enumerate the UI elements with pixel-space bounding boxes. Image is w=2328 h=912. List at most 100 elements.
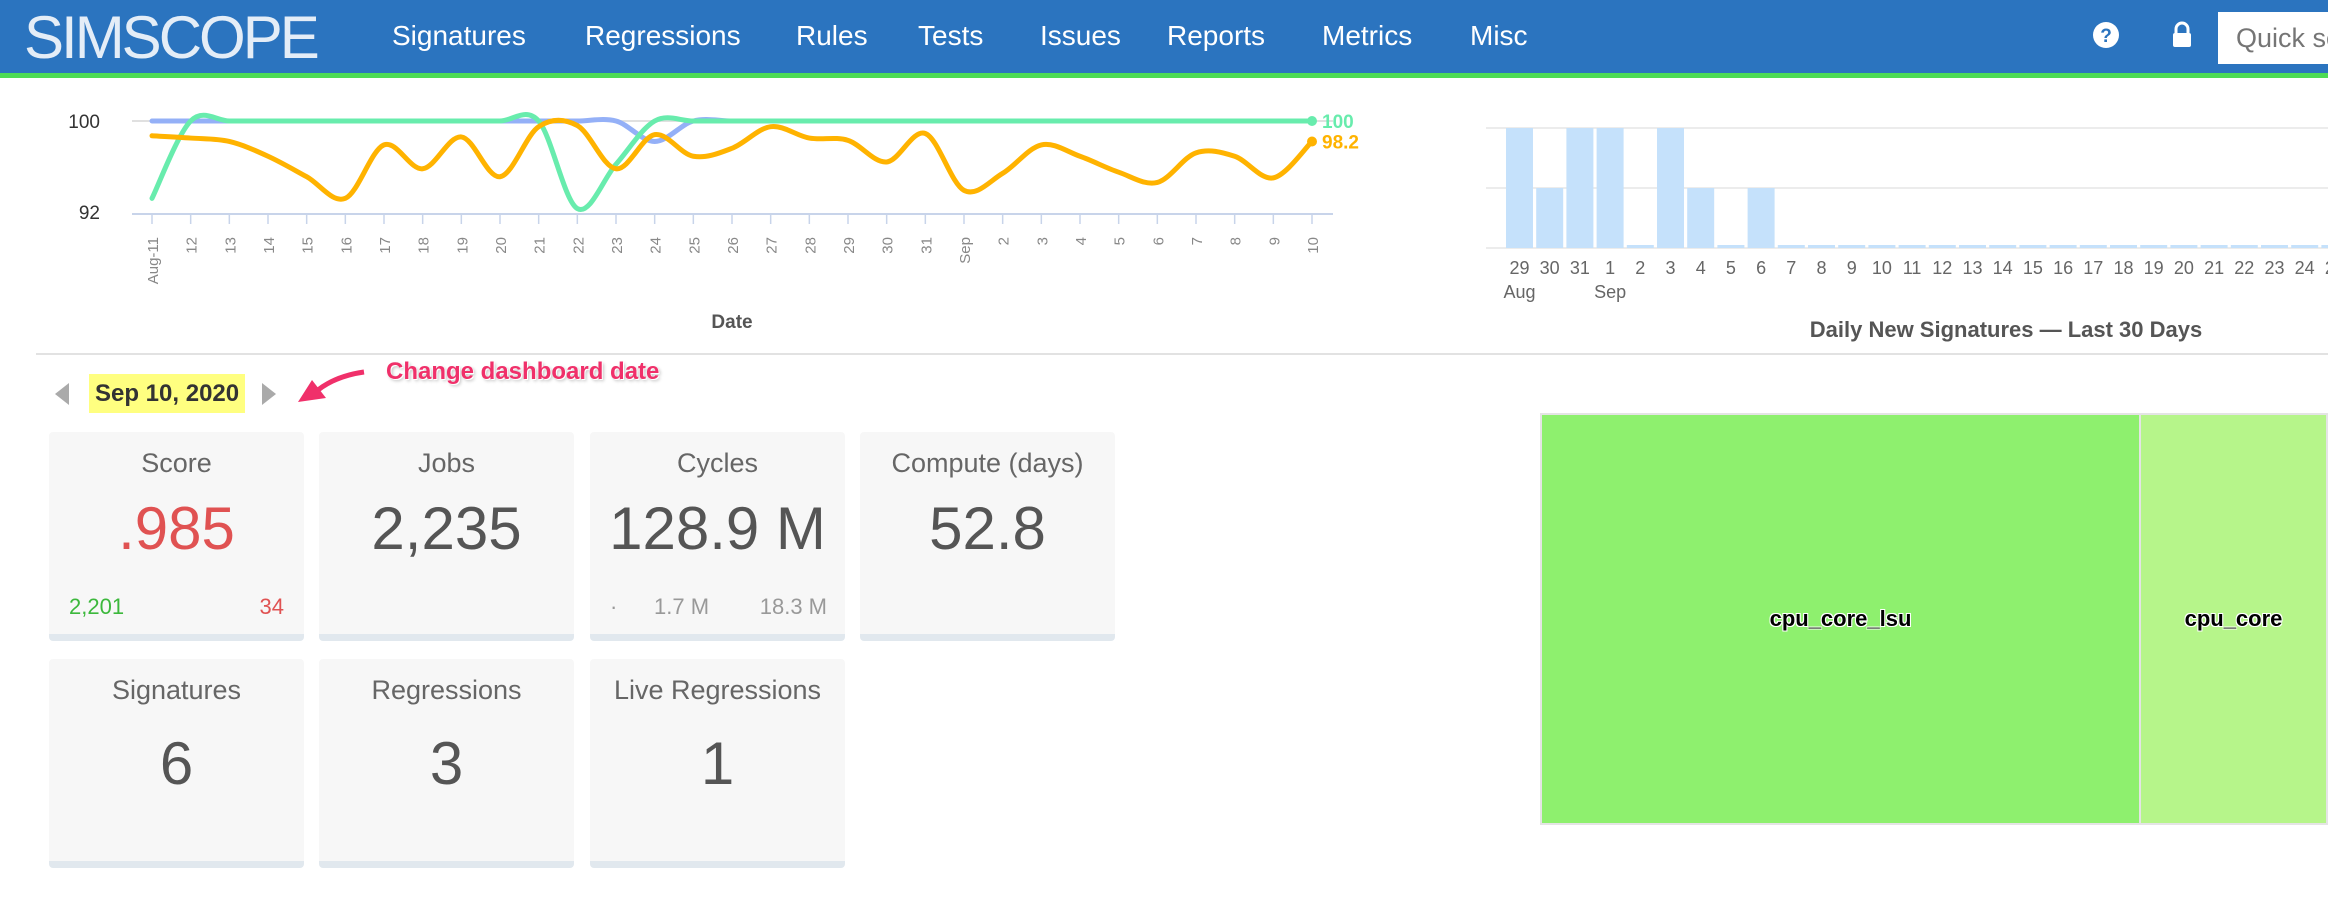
bar bbox=[1506, 128, 1533, 248]
x-tick-label: 16 bbox=[338, 237, 355, 254]
series-end-label: 98.2 bbox=[1322, 132, 1359, 153]
treemap-tile[interactable]: cpu_core_lsu bbox=[1542, 415, 2139, 823]
bar bbox=[1536, 188, 1564, 248]
x-tick-label: 23 bbox=[609, 237, 626, 254]
card-compute[interactable]: Compute (days) 52.8 bbox=[860, 432, 1115, 641]
x-tick-label: 5 bbox=[1112, 237, 1129, 245]
chart-title: Daily New Signatures — Last 30 Days bbox=[1810, 317, 2203, 342]
bar bbox=[1989, 245, 2017, 248]
nav-rules[interactable]: Rules bbox=[796, 18, 868, 54]
nav-regressions[interactable]: Regressions bbox=[585, 18, 741, 54]
previous-date-arrow-icon[interactable] bbox=[55, 383, 69, 405]
x-tick-label: 2 bbox=[1635, 258, 1645, 278]
x-tick-label: 13 bbox=[1962, 258, 1982, 278]
bar bbox=[1868, 245, 1896, 248]
x-tick-label: 7 bbox=[1189, 237, 1206, 245]
card-value: 52.8 bbox=[929, 495, 1046, 562]
nav-metrics[interactable]: Metrics bbox=[1322, 18, 1412, 54]
card-cycles[interactable]: Cycles 128.9 M · 1.7 M 18.3 M bbox=[590, 432, 845, 641]
svg-text:?: ? bbox=[2100, 26, 2112, 47]
card-value: 128.9 M bbox=[609, 495, 826, 562]
passed-count: 2,201 bbox=[69, 594, 125, 619]
x-tick-label: 4 bbox=[1696, 258, 1706, 278]
x-tick-label: 7 bbox=[1786, 258, 1796, 278]
bar bbox=[1657, 128, 1684, 248]
next-date-arrow-icon[interactable] bbox=[262, 383, 276, 405]
card-jobs[interactable]: Jobs 2,235 bbox=[319, 432, 574, 641]
x-tick-label: 6 bbox=[1756, 258, 1766, 278]
lock-icon[interactable] bbox=[2167, 20, 2197, 50]
x-tick-label: 15 bbox=[300, 237, 317, 254]
x-tick-label: 9 bbox=[1266, 237, 1283, 245]
bar bbox=[2321, 245, 2328, 248]
x-tick-label: 12 bbox=[184, 237, 201, 254]
x-tick-label: 17 bbox=[2083, 258, 2103, 278]
simscope-logo[interactable]: SIMSCOPE bbox=[24, 6, 320, 70]
annotation-arrow-icon bbox=[298, 369, 365, 402]
series-end-point bbox=[1307, 116, 1317, 126]
bar bbox=[2049, 245, 2077, 248]
x-tick-label: 19 bbox=[2144, 258, 2164, 278]
nav-signatures[interactable]: Signatures bbox=[392, 18, 526, 54]
quick-search-input[interactable] bbox=[2218, 12, 2328, 64]
y-tick-label: 100 bbox=[68, 112, 100, 133]
x-tick-label: 13 bbox=[222, 237, 239, 254]
x-tick-label: 1 bbox=[1605, 258, 1615, 278]
nav-issues[interactable]: Issues bbox=[1040, 18, 1121, 54]
bar bbox=[1596, 128, 1624, 248]
x-tick-label: 29 bbox=[841, 237, 858, 254]
card-value: 1 bbox=[700, 730, 735, 797]
x-tick-label: 18 bbox=[416, 237, 433, 254]
x-tick-label: 25 bbox=[686, 237, 703, 254]
x-tick-label: 26 bbox=[725, 237, 742, 254]
card-score[interactable]: Score .985 2,201 34 bbox=[49, 432, 304, 641]
section-divider bbox=[36, 353, 2328, 355]
score-history-line-chart: 10092Aug-11 12 13 14 15 16 17 18 19 20 21 22 23 24 25 2… bbox=[68, 112, 1359, 333]
x-tick-label: Aug-11 bbox=[145, 237, 162, 284]
x-tick-label: 31 bbox=[1570, 258, 1590, 278]
bar bbox=[1838, 245, 1866, 248]
treemap-tile[interactable]: cpu_core bbox=[2141, 415, 2326, 823]
x-tick-label: 23 bbox=[2264, 258, 2284, 278]
card-signatures[interactable]: Signatures 6 bbox=[49, 659, 304, 868]
daily-new-signatures-bar-chart: 29 30 31 1 2 3 4 5 6 7 8 9 10 11 12 13 14 15 16 17 18 19 20 21 2… bbox=[1486, 127, 2328, 342]
x-tick-label: 22 bbox=[2234, 258, 2254, 278]
card-regressions[interactable]: Regressions 3 bbox=[319, 659, 574, 868]
bar bbox=[1566, 128, 1594, 248]
bar bbox=[2291, 245, 2319, 248]
bar bbox=[1928, 245, 1956, 248]
x-tick-label: 2 bbox=[996, 237, 1013, 245]
card-value: 2,235 bbox=[371, 495, 522, 562]
nav-tests[interactable]: Tests bbox=[918, 18, 983, 54]
bar bbox=[1959, 245, 1986, 248]
x-tick-label: 3 bbox=[1034, 237, 1051, 245]
nav-reports[interactable]: Reports bbox=[1167, 18, 1265, 54]
card-title: Compute (days) bbox=[891, 448, 1084, 478]
x-tick-label: 30 bbox=[880, 237, 897, 254]
x-tick-label: 3 bbox=[1665, 258, 1675, 278]
x-tick-label: 30 bbox=[1540, 258, 1560, 278]
bar bbox=[1687, 188, 1715, 248]
card-value: 6 bbox=[159, 730, 194, 797]
cycles-max: 18.3 M bbox=[759, 594, 827, 619]
bar bbox=[1808, 245, 1835, 248]
bar bbox=[1717, 245, 1745, 248]
x-tick-label: 27 bbox=[764, 237, 781, 254]
y-tick-label: 92 bbox=[79, 203, 100, 224]
question-circle-icon[interactable]: ? bbox=[2091, 20, 2121, 50]
card-live-regressions[interactable]: Live Regressions 1 bbox=[590, 659, 845, 868]
x-tick-label: 19 bbox=[454, 237, 471, 254]
x-tick-label: 14 bbox=[1993, 258, 2013, 278]
failed-count: 34 bbox=[259, 594, 284, 619]
bar bbox=[2230, 245, 2258, 248]
bar bbox=[1747, 188, 1775, 248]
top-navbar: SIMSCOPE Signatures Regressions Rules Te… bbox=[0, 0, 2328, 78]
x-tick-label: 18 bbox=[2113, 258, 2133, 278]
dashboard-date[interactable]: Sep 10, 2020 bbox=[89, 374, 246, 413]
x-axis-title: Date bbox=[711, 312, 752, 333]
x-tick-label: 8 bbox=[1228, 237, 1245, 245]
x-tick-label: 16 bbox=[2053, 258, 2073, 278]
bar bbox=[2140, 245, 2168, 248]
nav-misc[interactable]: Misc bbox=[1470, 18, 1528, 54]
treemap: cpu_core_lsu cpu_core bbox=[1540, 413, 2328, 825]
